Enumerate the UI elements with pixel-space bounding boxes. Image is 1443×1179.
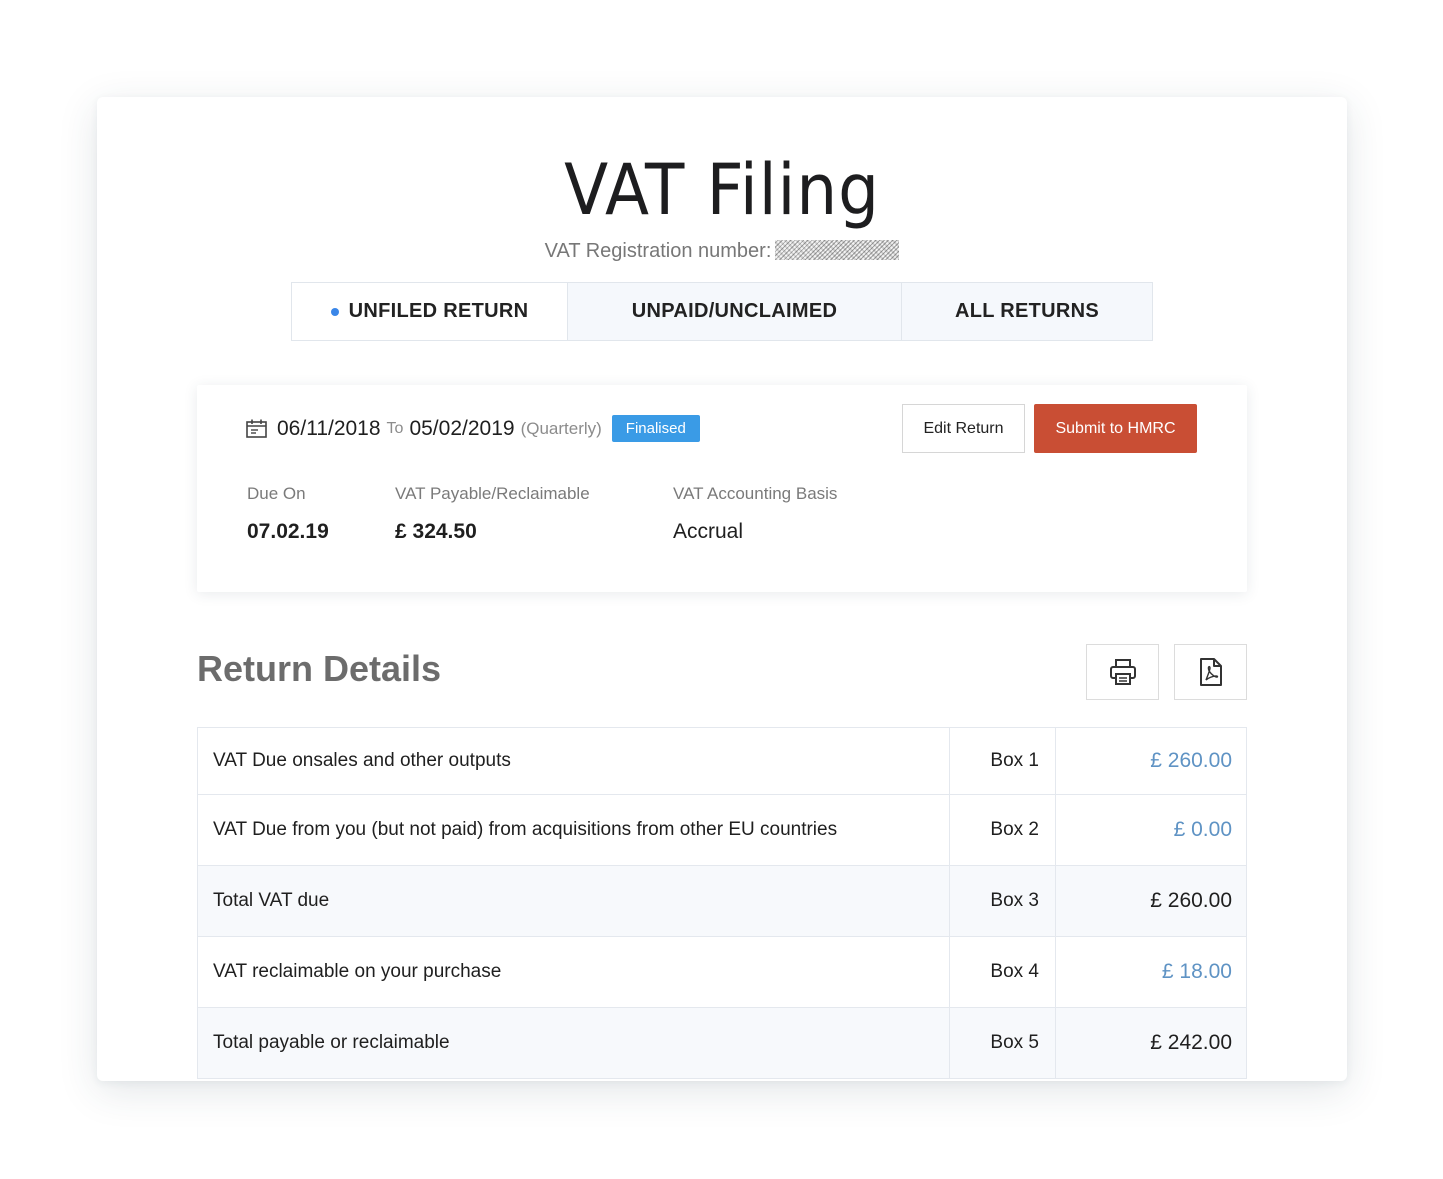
tab-all-returns[interactable]: ALL RETURNS — [901, 283, 1152, 340]
row-label: VAT Due from you (but not paid) from acq… — [198, 795, 950, 865]
accounting-basis-value: Accrual — [673, 520, 744, 543]
row-amount-link[interactable]: £ 260.00 — [1056, 728, 1246, 794]
row-box: Box 2 — [950, 795, 1056, 865]
table-row: Total payable or reclaimable Box 5 £ 242… — [197, 1008, 1247, 1079]
return-tabs: UNFILED RETURN UNPAID/UNCLAIMED ALL RETU… — [291, 282, 1153, 341]
table-row: VAT Due onsales and other outputs Box 1 … — [197, 728, 1247, 795]
page-title: VAT Filing — [564, 149, 880, 231]
row-label: VAT Due onsales and other outputs — [198, 728, 950, 794]
submit-to-hmrc-button[interactable]: Submit to HMRC — [1034, 404, 1197, 453]
due-on-value: 07.02.19 — [247, 520, 329, 543]
active-tab-dot — [330, 307, 339, 316]
accounting-basis: VAT Accounting Basis Accrual — [673, 484, 837, 544]
period-end: 05/02/2019 — [409, 416, 515, 440]
pdf-icon — [1199, 658, 1222, 686]
return-period: 06/11/2018 To 05/02/2019 (Quarterly) Fin… — [245, 415, 700, 442]
vat-filing-card: VAT Filing VAT Registration number: UNFI… — [97, 97, 1347, 1081]
due-on-label: Due On — [247, 484, 306, 503]
vat-payable: VAT Payable/Reclaimable £ 324.50 — [395, 484, 590, 544]
table-row: VAT Due from you (but not paid) from acq… — [197, 795, 1247, 866]
row-box: Box 1 — [950, 728, 1056, 794]
calendar-icon — [246, 419, 267, 438]
period-start: 06/11/2018 — [277, 416, 381, 440]
vat-registration: VAT Registration number: — [97, 240, 1347, 263]
due-on: Due On 07.02.19 — [247, 484, 329, 544]
row-box: Box 5 — [950, 1008, 1056, 1078]
return-details-table: VAT Due onsales and other outputs Box 1 … — [197, 727, 1247, 1079]
row-amount-link[interactable]: £ 0.00 — [1056, 795, 1246, 865]
row-amount-link[interactable]: £ 18.00 — [1056, 937, 1246, 1007]
period-frequency: (Quarterly) — [520, 418, 602, 438]
period-to-word: To — [386, 419, 404, 437]
table-row: VAT reclaimable on your purchase Box 4 £… — [197, 937, 1247, 1008]
print-button[interactable] — [1086, 644, 1159, 700]
accounting-basis-label: VAT Accounting Basis — [673, 484, 838, 503]
tab-label: UNPAID/UNCLAIMED — [631, 300, 838, 322]
row-amount: £ 242.00 — [1150, 1031, 1232, 1054]
vat-payable-value: £ 324.50 — [395, 520, 477, 543]
row-label: VAT reclaimable on your purchase — [198, 937, 950, 1007]
tab-unpaid-unclaimed[interactable]: UNPAID/UNCLAIMED — [567, 283, 901, 340]
tab-unfiled-return[interactable]: UNFILED RETURN — [292, 283, 567, 340]
row-label: Total payable or reclaimable — [198, 1008, 950, 1078]
redacted-registration-number — [775, 240, 900, 260]
print-icon — [1109, 659, 1136, 685]
table-row: Total VAT due Box 3 £ 260.00 — [197, 866, 1247, 937]
status-badge: Finalised — [611, 415, 700, 442]
row-box: Box 3 — [950, 866, 1056, 936]
row-box: Box 4 — [950, 937, 1056, 1007]
tab-label: ALL RETURNS — [954, 300, 1100, 322]
vat-registration-label: VAT Registration number: — [544, 240, 772, 262]
tab-label: UNFILED RETURN — [348, 300, 529, 322]
return-summary: 06/11/2018 To 05/02/2019 (Quarterly) Fin… — [197, 385, 1247, 592]
pdf-download-button[interactable] — [1174, 644, 1247, 700]
row-label: Total VAT due — [198, 866, 950, 936]
row-amount: £ 260.00 — [1150, 889, 1232, 912]
return-details-title: Return Details — [197, 648, 442, 689]
vat-payable-label: VAT Payable/Reclaimable — [395, 484, 590, 503]
edit-return-button[interactable]: Edit Return — [902, 404, 1025, 453]
